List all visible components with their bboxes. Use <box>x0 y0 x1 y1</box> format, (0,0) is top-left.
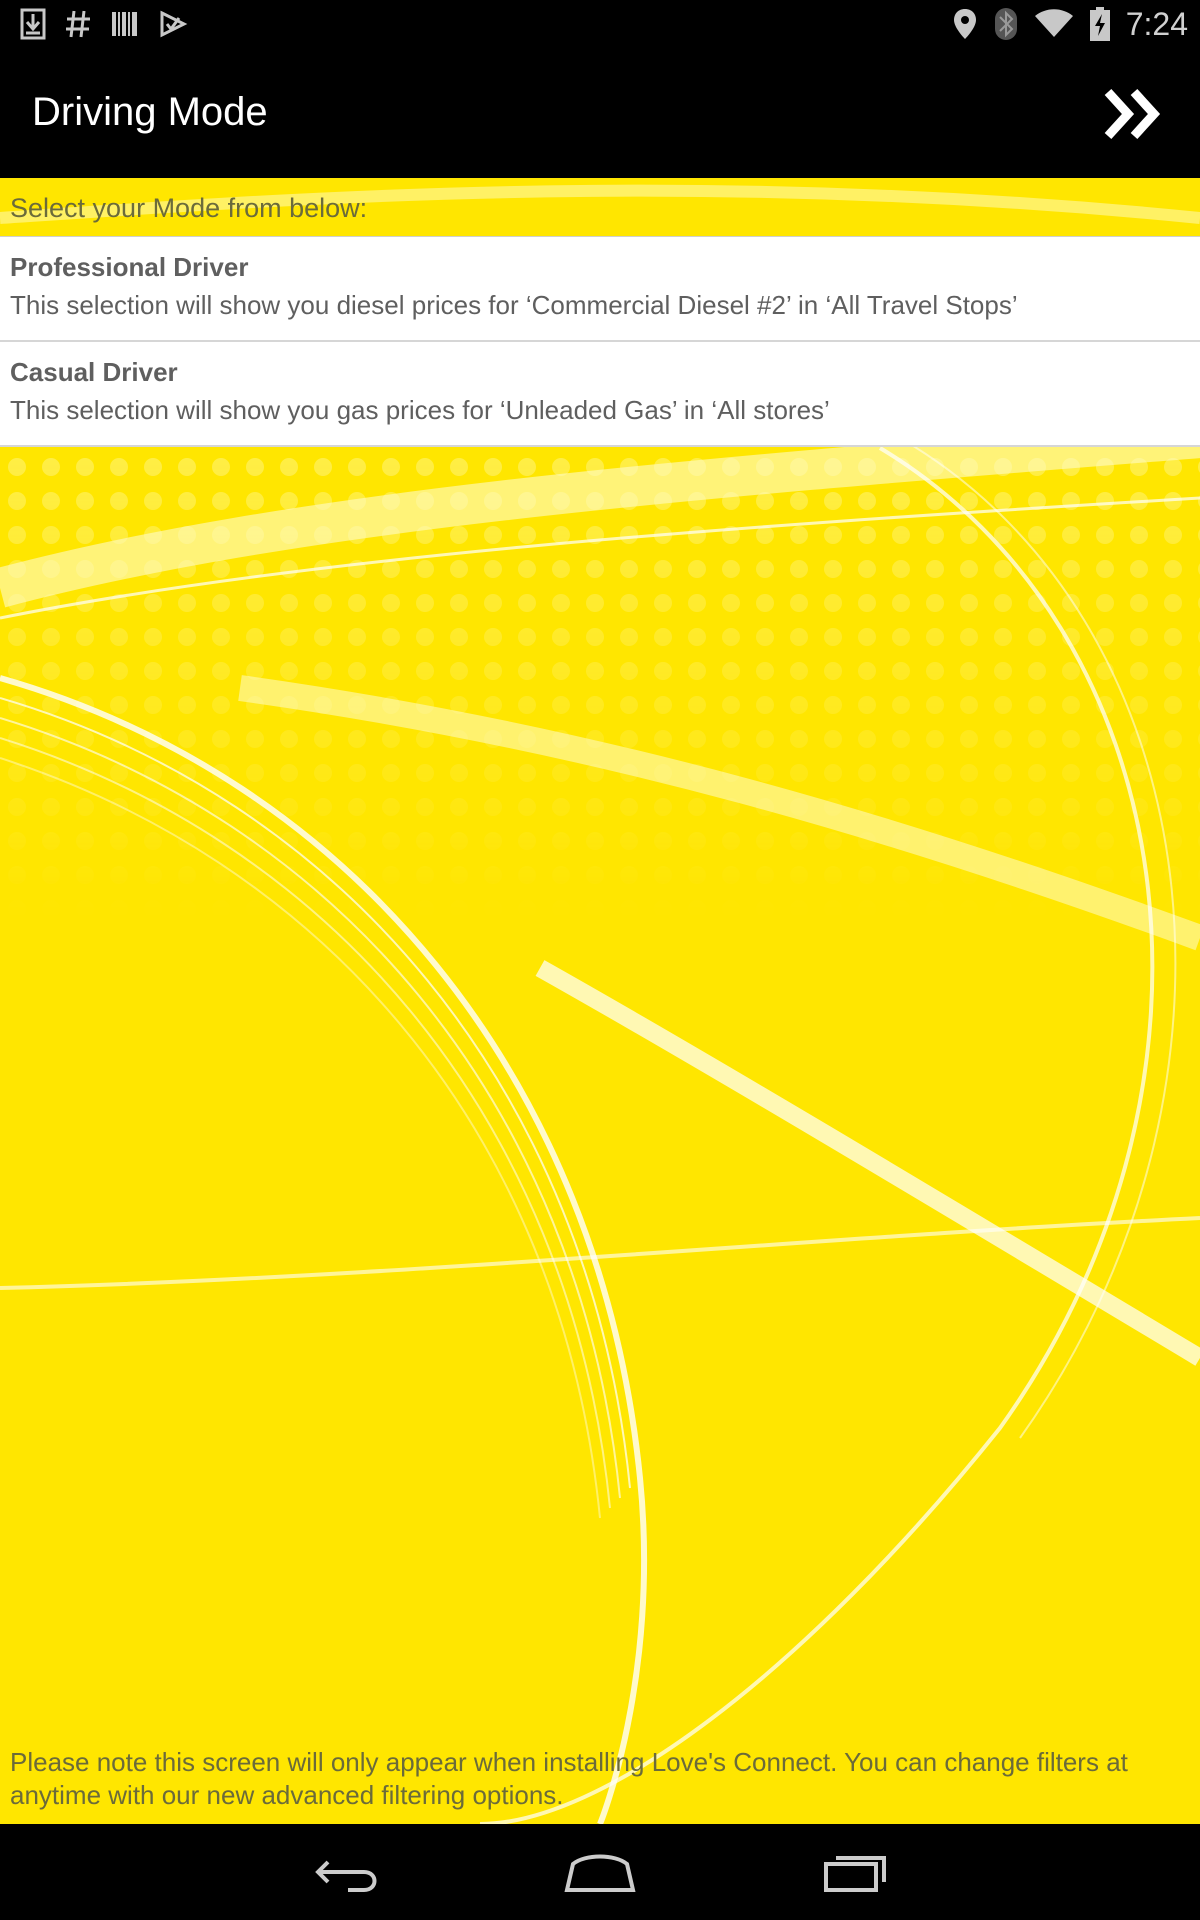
home-button[interactable] <box>555 1842 645 1902</box>
select-mode-header: Select your Mode from below: <box>10 193 368 223</box>
content-area: Select your Mode from below: Professiona… <box>0 178 1200 1824</box>
option-professional-driver[interactable]: Professional Driver This selection will … <box>0 237 1200 342</box>
status-bar: 7:24 <box>0 0 1200 50</box>
action-bar: Driving Mode <box>0 50 1200 178</box>
option-title: Casual Driver <box>10 357 178 387</box>
download-icon <box>20 8 46 40</box>
home-icon <box>555 1854 645 1906</box>
system-icons: 7:24 <box>952 6 1188 42</box>
option-description: This selection will show you diesel pric… <box>10 290 1018 320</box>
navigation-bar <box>0 1824 1200 1920</box>
status-time: 7:24 <box>1125 6 1188 42</box>
notification-icons <box>20 8 188 40</box>
battery-charging-icon <box>1089 7 1110 41</box>
bluetooth-icon <box>994 7 1018 41</box>
wifi-icon <box>1034 9 1074 39</box>
hash-icon <box>64 8 92 40</box>
play-store-icon <box>158 9 188 39</box>
recents-icon <box>812 1856 902 1906</box>
barcode-icon <box>110 9 140 39</box>
page-title: Driving Mode <box>32 90 268 134</box>
back-icon <box>298 1860 388 1906</box>
double-chevron-right-icon <box>1100 88 1170 146</box>
location-icon <box>952 7 978 41</box>
mode-options-list: Professional Driver This selection will … <box>0 236 1200 447</box>
recents-button[interactable] <box>812 1842 902 1902</box>
install-note: Please note this screen will only appear… <box>10 1747 1128 1810</box>
option-casual-driver[interactable]: Casual Driver This selection will show y… <box>0 342 1200 447</box>
next-button[interactable] <box>1100 86 1170 142</box>
back-button[interactable] <box>298 1842 388 1902</box>
option-title: Professional Driver <box>10 252 249 282</box>
option-description: This selection will show you gas prices … <box>10 395 830 425</box>
